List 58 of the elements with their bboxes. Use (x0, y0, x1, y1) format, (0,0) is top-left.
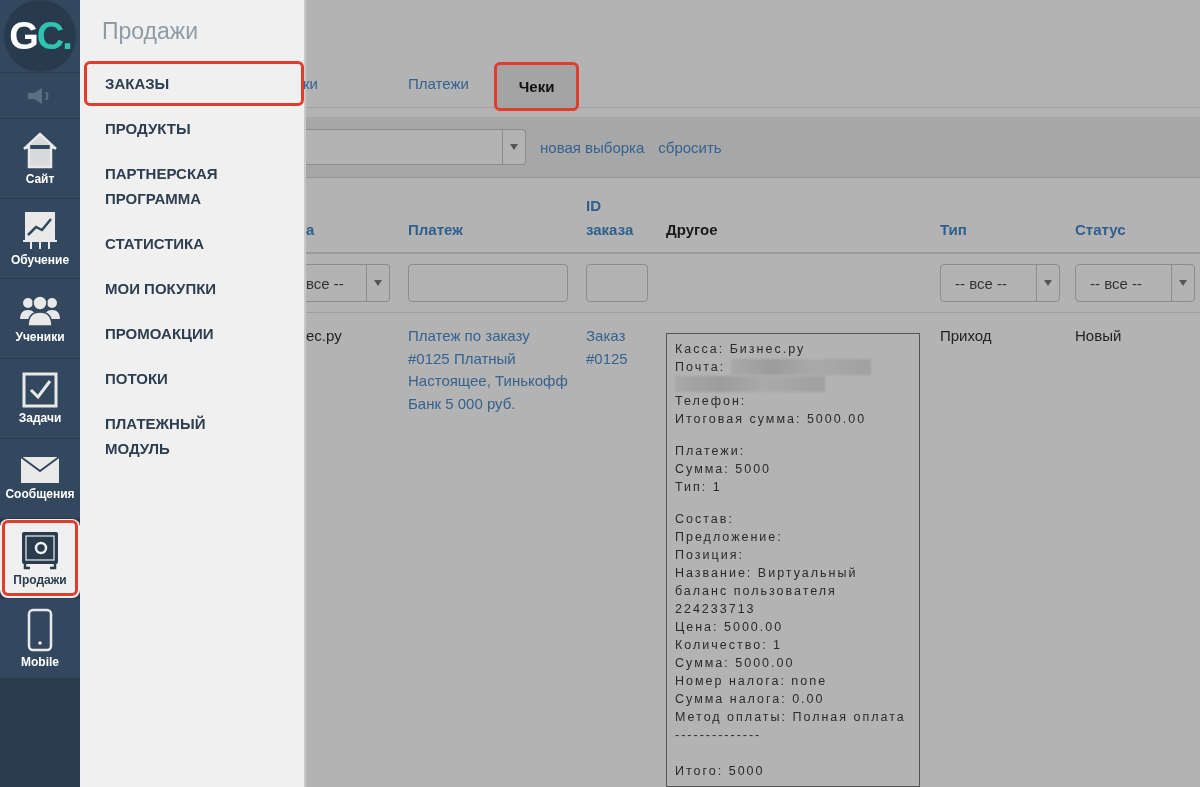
menu-item[interactable]: ПОТОКИ (84, 356, 284, 401)
logo[interactable]: GC. (4, 0, 76, 72)
sidebar-item[interactable]: Продажи (0, 518, 80, 598)
chart-board-icon (23, 210, 57, 250)
filter-dropdown[interactable]: все -- (306, 264, 390, 302)
sidebar-item[interactable]: Mobile (0, 598, 80, 678)
sidebar-item[interactable]: Обучение (0, 198, 80, 278)
menu-item[interactable]: МОИ ПОКУПКИ (84, 266, 284, 311)
receipt-line: Касса: Бизнес.ру (675, 341, 806, 358)
receipt-line: Количество: 1 (675, 637, 783, 654)
menu-title: Продажи (101, 18, 200, 45)
receipt-line: Цена: 5000.00 (675, 619, 784, 636)
menu-item[interactable]: ЗАКАЗЫ (84, 61, 304, 106)
menu-item[interactable]: ПРОДУКТЫ (84, 106, 284, 151)
menu-item[interactable]: ПЛАТЕЖНЫЙ МОДУЛЬ (84, 401, 284, 471)
receipt-line: Название: Виртуальный баланс пользователя 224233713 (675, 565, 859, 618)
column-header: Другое (666, 220, 718, 240)
menu-item[interactable]: СТАТИСТИКА (84, 221, 284, 266)
filter-field[interactable] (586, 264, 648, 302)
caret-icon (510, 144, 518, 150)
tab[interactable]: Чеки (493, 62, 580, 111)
receipt-line: Сумма: 5000.00 (675, 655, 795, 672)
checkbox-icon (22, 372, 58, 408)
sidebar-item[interactable]: Задачи (0, 358, 80, 438)
receipt-line: Итого: 5000 (675, 763, 765, 780)
receipt-line: Итоговая сумма: 5000.00 (675, 411, 867, 428)
filter-field[interactable] (408, 264, 568, 302)
phone-icon (27, 608, 53, 652)
receipt-line: Почта: (675, 359, 726, 376)
menu-item[interactable]: ПРОМОАКЦИИ (84, 311, 284, 356)
table-cell-text: Приход (940, 326, 993, 346)
receipt-line: Платежи: (675, 443, 746, 460)
caret-icon (1179, 280, 1187, 286)
caret-icon (374, 280, 382, 286)
sidebar-item[interactable]: Ученики (0, 278, 80, 358)
safe-icon (20, 530, 60, 570)
table-cell-text: ес.ру (306, 326, 343, 346)
table-cell-text: Новый (1075, 326, 1123, 346)
receipt-line: Позиция: (675, 547, 744, 564)
selection-dropdown[interactable] (306, 129, 526, 165)
receipt-line: Номер налога: none (675, 673, 828, 690)
receipt-line: Сумма налога: 0.00 (675, 691, 825, 708)
envelope-icon (20, 456, 60, 484)
receipt-line: Тип: 1 (675, 479, 722, 496)
people-icon (18, 293, 62, 327)
receipt-line: Телефон: (675, 393, 747, 410)
receipt-line: Метод оплаты: Полная оплата (675, 709, 906, 726)
menu-item[interactable]: ПАРТНЕРСКАЯ ПРОГРАММА (84, 151, 284, 221)
sidebar-item[interactable] (0, 72, 80, 118)
sidebar-item[interactable]: Сайт (0, 118, 80, 198)
sidebar-item[interactable]: Сообщения (0, 438, 80, 518)
caret-icon (1044, 280, 1052, 286)
receipt-line: Состав: (675, 511, 734, 528)
receipt-line: Предложение: (675, 529, 783, 546)
receipt-line: -------------- (675, 727, 762, 744)
receipt-line: Сумма: 5000 (675, 461, 772, 478)
filter-dropdown[interactable]: -- все -- (940, 264, 1060, 302)
filter-dropdown[interactable]: -- все -- (1075, 264, 1195, 302)
